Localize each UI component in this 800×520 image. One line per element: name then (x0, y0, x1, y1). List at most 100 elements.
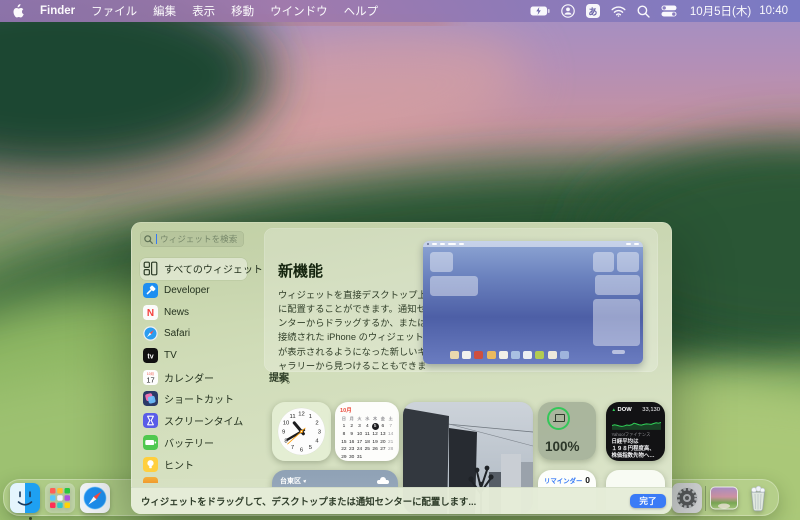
developer-icon (143, 283, 158, 299)
menu-date[interactable]: 10月5日(木) (690, 3, 751, 19)
calendar-day: 19 (372, 439, 378, 445)
suggestions-label: 提案 (269, 373, 289, 384)
dock-safari-icon[interactable] (80, 483, 110, 513)
sidebar-item-battery[interactable]: バッテリー (140, 432, 247, 454)
stock-up-arrow: ▲ (611, 407, 617, 412)
menu-time[interactable]: 10:40 (759, 5, 788, 17)
analog-clock-face: 1234567891011 12 (277, 407, 326, 456)
dock-system-settings-icon[interactable] (672, 483, 702, 513)
mini-menubar (423, 241, 643, 247)
sidebar-item-calendar[interactable]: 10月 17 カレンダー (140, 366, 247, 388)
menu-item-2[interactable]: 表示 (192, 3, 215, 19)
dock-wallpaper-file-icon[interactable] (709, 483, 739, 513)
svg-text:9: 9 (282, 430, 285, 436)
svg-text:2: 2 (315, 421, 318, 427)
stock-row: ▲ DOW 33,130 (612, 407, 661, 413)
calendar-weekday: 日 (341, 416, 346, 422)
done-button[interactable]: 完了 (630, 494, 666, 508)
reminders-label: リマインダー (544, 478, 583, 485)
menu-item-0[interactable]: ファイル (91, 3, 137, 19)
menu-bar: Finder ファイル 編集 表示 移動 ウインドウ ヘルプ あ 10月5日(木… (0, 0, 800, 22)
calendar-day: 22 (341, 447, 347, 453)
widget-battery[interactable]: 100% (538, 402, 596, 460)
shortcuts-icon (143, 391, 158, 407)
mini-dock (450, 351, 569, 359)
mini-dock-app (535, 351, 545, 359)
sidebar-item-partial-icon[interactable] (143, 476, 158, 483)
calendar-weekday: 土 (388, 416, 393, 422)
widget-search-field[interactable]: ウィジェットを検索 (140, 231, 244, 247)
menu-item-3[interactable]: 移動 (231, 3, 254, 19)
sidebar-item-tips[interactable]: ヒント (140, 453, 247, 475)
search-icon (144, 234, 153, 244)
weather-location: 台東区 ► (280, 477, 310, 485)
sidebar-item-tv[interactable]: tv TV (140, 345, 247, 367)
sidebar-item-developer[interactable]: Developer (140, 280, 247, 302)
mini-dock-app (559, 351, 569, 359)
calendar-day: 31 (356, 454, 363, 460)
calendar-grid: 日月火水木金土 1 2 3 4 5 6 7 8 9 10 11 12 13 14 15 16 17 18 19 20 21… (340, 416, 395, 462)
svg-text:7: 7 (291, 445, 294, 451)
text-cursor (156, 234, 157, 244)
menu-item-5[interactable]: ヘルプ (344, 3, 379, 19)
spotlight-search-icon[interactable] (637, 5, 650, 18)
calendar-day: 2 (350, 424, 354, 430)
mini-widget-placeholder (593, 299, 640, 346)
app-menu-finder[interactable]: Finder (40, 5, 75, 17)
calendar-day: 8 (342, 431, 346, 437)
calendar-day: 26 (372, 447, 378, 453)
mini-dock-app (486, 351, 496, 359)
sidebar-item-label: Developer (164, 285, 210, 297)
battery-percent: 100% (545, 439, 580, 454)
control-center-icon[interactable] (661, 5, 677, 17)
whats-new-body: ウィジェットを直接デスクトップ上に配置することができます。通知センターからドラッ… (278, 290, 427, 385)
user-account-icon[interactable] (561, 4, 575, 18)
whats-new-title: 新機能 (278, 263, 324, 280)
dock-launchpad-icon[interactable] (45, 483, 75, 513)
dock-finder-icon[interactable] (10, 483, 40, 520)
sidebar-item-all-widgets[interactable]: すべてのウィジェット (140, 258, 263, 280)
wifi-icon[interactable] (611, 5, 626, 17)
widget-stocks[interactable]: ▲ DOW 33,130 Yahoo!ファイナンス 日経平均は １９８円程度高、株… (606, 402, 665, 461)
svg-text:11: 11 (290, 414, 296, 420)
menu-item-1[interactable]: 編集 (153, 3, 176, 19)
calendar-day: 6 (381, 424, 385, 430)
svg-text:tv: tv (147, 353, 153, 360)
dock-trash-icon[interactable] (743, 483, 773, 513)
calendar-day: 18 (364, 439, 370, 445)
calendar-day: 4 (365, 424, 369, 430)
laptop-icon (553, 414, 565, 423)
calendar-day: 3 (358, 424, 361, 430)
calendar-day: 28 (388, 447, 394, 453)
mini-widget-placeholder (430, 276, 478, 296)
calendar-day: 15 (341, 439, 347, 445)
calendar-weekday: 水 (365, 416, 370, 422)
widget-clock[interactable]: 1 2 3 4 5 6 7 8 9 10 11 12 (272, 402, 331, 461)
headline-line: 株価指数先物へ… (611, 453, 655, 460)
mini-widget-placeholder (617, 252, 639, 272)
input-source-badge[interactable]: あ (585, 4, 600, 18)
apple-menu-icon[interactable] (12, 4, 24, 18)
mini-dock-app (547, 351, 557, 359)
sidebar-item-screen-time[interactable]: スクリーンタイム (140, 410, 247, 432)
stock-value: 33,130 (642, 407, 660, 413)
whats-new-card: 新機能 ウィジェットを直接デスクトップ上に配置することができます。通知センターか… (264, 228, 658, 385)
battery-charging-icon[interactable] (530, 6, 550, 16)
calendar-day: 20 (380, 439, 386, 445)
sidebar-item-label: カレンダー (164, 373, 214, 385)
sidebar-item-label: News (164, 306, 190, 318)
sidebar-item-safari[interactable]: Safari (140, 323, 247, 345)
sidebar-item-news[interactable]: N News (140, 301, 247, 323)
calendar-day: 30 (349, 454, 355, 460)
stock-news-headline: 日経平均は １９８円程度高、 株価指数先物へ… (612, 439, 661, 460)
svg-text:17: 17 (146, 375, 154, 384)
sidebar-item-shortcuts[interactable]: ショートカット (140, 388, 247, 410)
calendar-day: 1 (342, 424, 346, 430)
calendar-icon: 10月 17 (143, 369, 158, 385)
calendar-day: 23 (349, 447, 355, 453)
widget-calendar[interactable]: 10月 日月火水木金土 1 2 3 4 5 6 7 8 9 10 11 12 13 14 15 16 17 18 19… (335, 402, 399, 461)
menu-item-4[interactable]: ウインドウ (270, 3, 328, 19)
calendar-day: 13 (380, 431, 386, 437)
mini-dock-app (523, 351, 533, 359)
cloud-icon (377, 477, 389, 484)
